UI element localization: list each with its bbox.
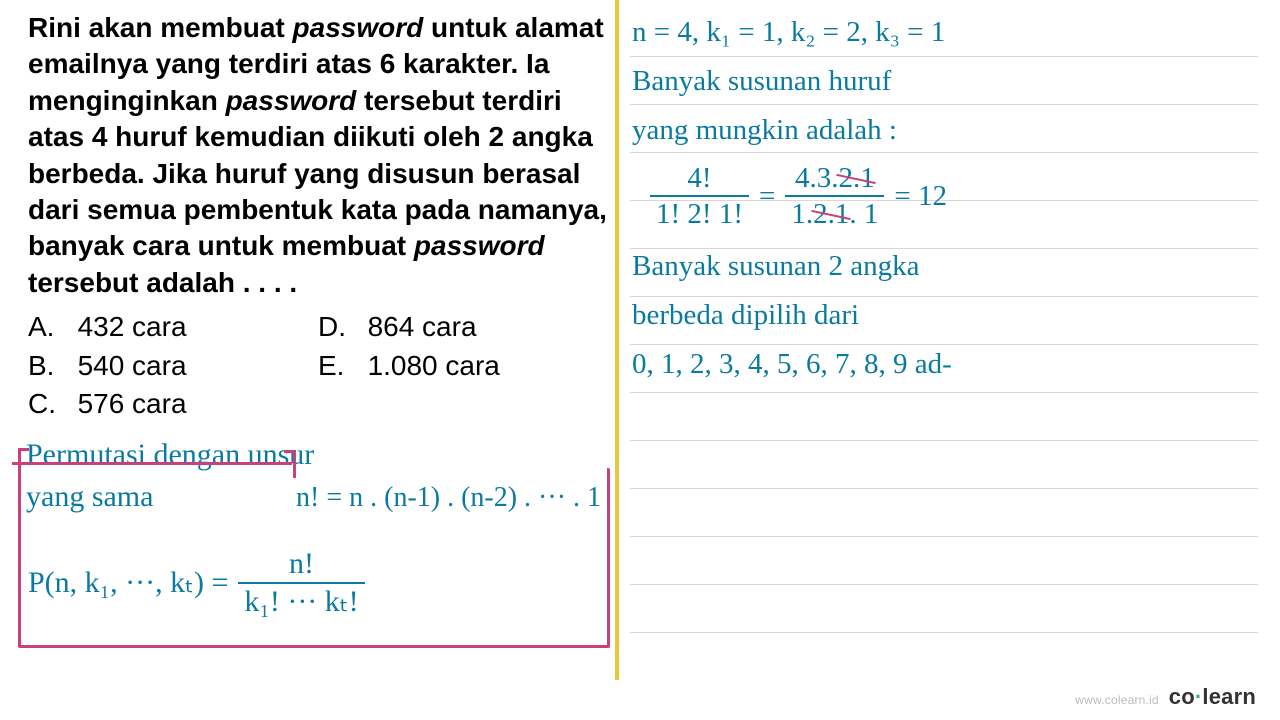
frac-2-den: 1.2.1. 1 — [785, 195, 884, 229]
question-block: Rini akan membuat password untuk alamat … — [28, 10, 608, 422]
choice-a: A. 432 cara — [28, 309, 318, 345]
rule-line — [630, 488, 1258, 489]
choice-e: E. 1.080 cara — [318, 348, 608, 384]
frac-1-den: 1! 2! 1! — [650, 195, 749, 229]
choice-d: D. 864 cara — [318, 309, 608, 345]
frac-2-num-strike: 2.1 — [838, 162, 874, 194]
choice-a-text: 432 cara — [78, 311, 187, 342]
frac-2-den-c: . 1 — [849, 198, 878, 230]
question-stem: Rini akan membuat password untuk alamat … — [28, 10, 608, 301]
choice-c: C. 576 cara — [28, 386, 318, 422]
choice-b: B. 540 cara — [28, 348, 318, 384]
choices: A. 432 cara D. 864 cara B. 540 cara E. 1… — [28, 309, 608, 422]
frac-2: 4.3.2.1 1.2.1. 1 — [785, 163, 884, 230]
result-12: = 12 — [894, 174, 947, 219]
page: Rini akan membuat password untuk alamat … — [0, 0, 1280, 720]
work-line-1: n = 4, k₁ = 1, k₂ = 2, k₃ = 1 — [632, 8, 1252, 57]
rule-line — [630, 632, 1258, 633]
rule-line — [630, 440, 1258, 441]
frac-2-den-a: 1. — [791, 198, 813, 230]
rule-line — [630, 584, 1258, 585]
frac-2-num-a: 4.3. — [795, 162, 839, 194]
brand-pre: co — [1169, 684, 1195, 709]
permutation-note: Permutasi dengan unsur yang sama n! = n … — [26, 438, 611, 656]
choice-b-text: 540 cara — [78, 350, 187, 381]
vertical-divider — [615, 0, 619, 680]
work-line-2: Banyak susunan huruf — [632, 57, 1252, 106]
work-line-7: 0, 1, 2, 3, 4, 5, 6, 7, 8, 9 ad- — [632, 340, 1252, 389]
frac-1: 4! 1! 2! 1! — [650, 163, 749, 230]
perm-title-1: Permutasi dengan unsur — [26, 438, 314, 472]
footer: www.colearn.id co·learn — [1075, 684, 1256, 710]
footer-url: www.colearn.id — [1075, 693, 1159, 707]
choice-c-text: 576 cara — [78, 388, 187, 419]
pink-box-outline — [18, 468, 610, 648]
brand-post: learn — [1202, 684, 1256, 709]
frac-1-num: 4! — [681, 163, 717, 195]
work-equation: 4! 1! 2! 1! = 4.3.2.1 1.2.1. 1 = 12 — [650, 161, 1252, 232]
choice-e-text: 1.080 cara — [368, 350, 500, 381]
equals-1: = — [759, 174, 775, 219]
choice-d-text: 864 cara — [368, 311, 477, 342]
work-line-5: Banyak susunan 2 angka — [632, 242, 1252, 291]
frac-2-num: 4.3.2.1 — [789, 163, 881, 195]
work-line-3: yang mungkin adalah : — [632, 106, 1252, 155]
footer-brand: co·learn — [1169, 684, 1256, 710]
worked-solution: n = 4, k₁ = 1, k₂ = 2, k₃ = 1 Banyak sus… — [632, 8, 1252, 389]
rule-line — [630, 392, 1258, 393]
rule-line — [630, 536, 1258, 537]
work-line-6: berbeda dipilih dari — [632, 291, 1252, 340]
frac-2-den-strike: 2.1 — [813, 198, 849, 230]
